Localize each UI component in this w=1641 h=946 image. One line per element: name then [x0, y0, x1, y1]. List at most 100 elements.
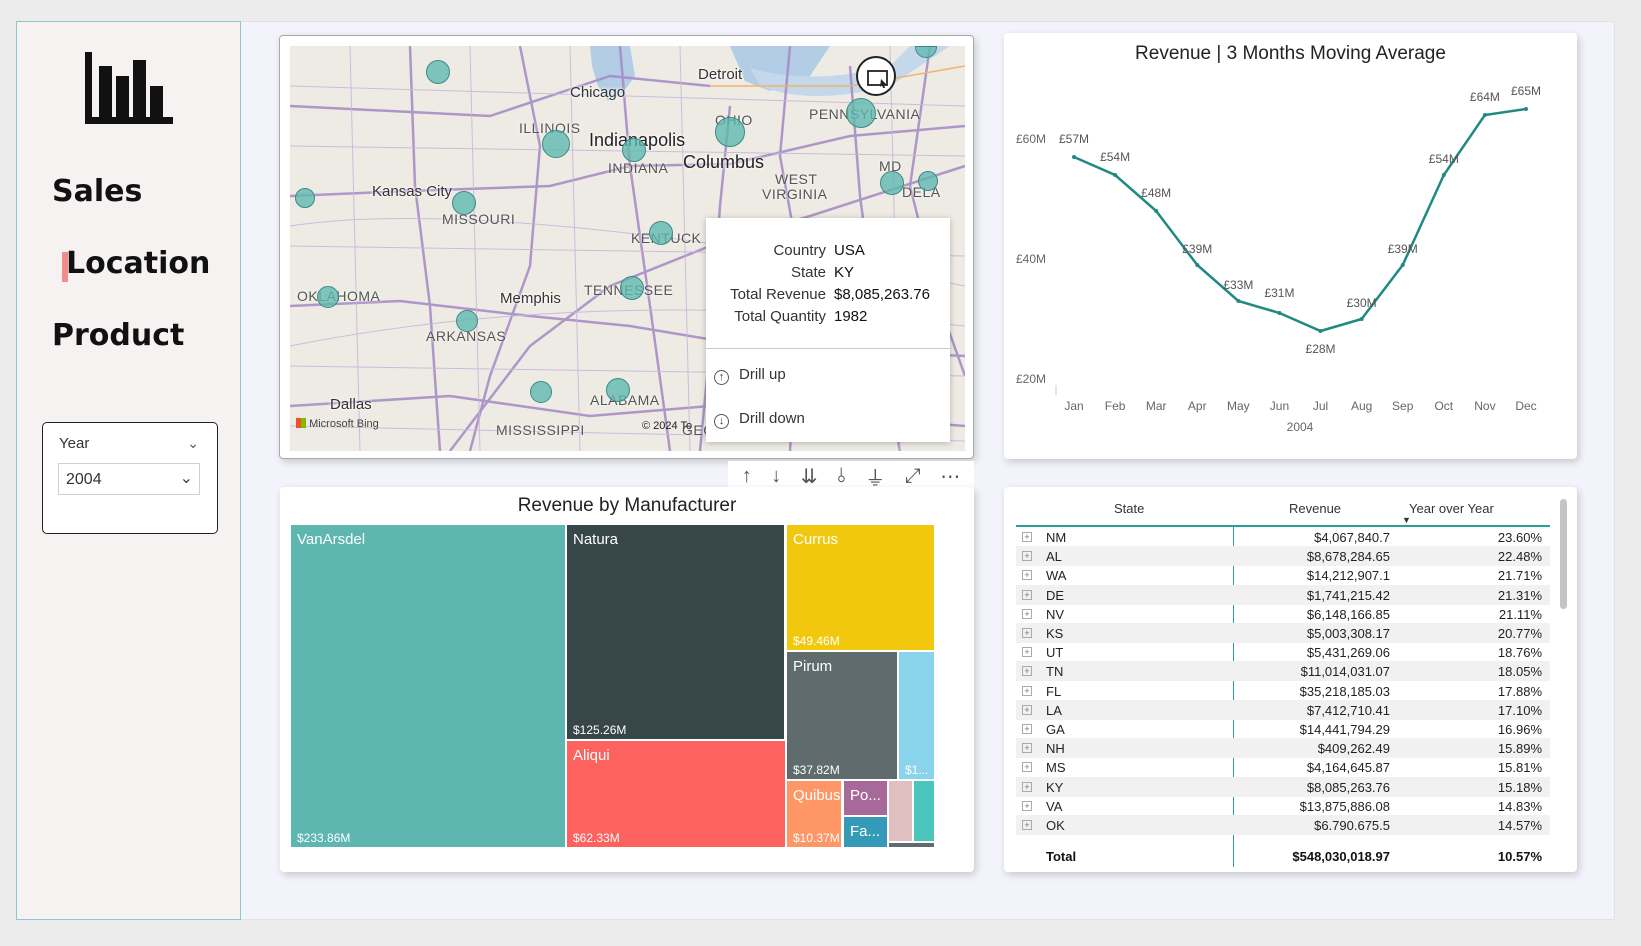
cell-revenue: $11,014,031.07 — [1300, 664, 1390, 680]
chevron-down-icon[interactable]: ⌄ — [187, 435, 199, 452]
expand-row-icon[interactable]: + — [1022, 589, 1032, 600]
expand-row-icon[interactable]: + — [1022, 781, 1032, 792]
expand-row-icon[interactable]: + — [1022, 724, 1032, 734]
expand-row-icon[interactable]: + — [1022, 820, 1032, 830]
treemap-tile[interactable] — [914, 781, 934, 841]
bing-attribution-text: Microsoft Bing — [309, 418, 379, 430]
treemap-title: Revenue by Manufacturer — [517, 495, 737, 516]
expand-row-icon[interactable]: + — [1022, 628, 1032, 638]
expand-row-icon[interactable]: + — [1022, 743, 1032, 754]
table-row[interactable]: + VA $13,875,886.08 14.83% — [1016, 796, 1550, 816]
table-row[interactable]: + KY $8,085,263.76 15.18% — [1016, 776, 1550, 797]
table-row[interactable]: + NV $6,148,166.85 21.11% — [1016, 604, 1550, 624]
map-bubble[interactable] — [880, 171, 904, 195]
table-row[interactable]: + WA $14,212,907.1 21.71% — [1016, 565, 1550, 585]
data-point — [1236, 299, 1241, 303]
focus-mode-icon[interactable] — [856, 56, 896, 96]
table-row[interactable]: + TN $11,014,031.07 18.05% — [1016, 661, 1550, 682]
cell-revenue: $4,164,645.87 — [1306, 760, 1390, 776]
drill-down-icon[interactable]: ↓ — [771, 465, 781, 488]
map-bubble[interactable] — [715, 117, 745, 147]
expand-row-icon[interactable]: + — [1022, 532, 1032, 542]
nav-location[interactable]: Location — [61, 246, 210, 282]
table-row[interactable]: + LA $7,412,710.41 17.10% — [1016, 699, 1550, 720]
nav-product[interactable]: Product — [52, 318, 184, 353]
treemap-tile[interactable]: Po... — [844, 781, 887, 815]
expand-row-icon[interactable]: + — [1022, 704, 1032, 715]
map-bubble[interactable] — [622, 138, 646, 162]
year-value: 2004 — [66, 471, 102, 488]
column-header-revenue[interactable]: Revenue — [1289, 501, 1341, 516]
expand-row-icon[interactable]: + — [1022, 762, 1032, 773]
line-chart-svg: £20M £40M £60M Jan Feb Mar Apr May Jun Jul Aug Sep O… — [1016, 84, 1541, 434]
table-row[interactable]: + MS $4,164,645.87 15.81% — [1016, 757, 1550, 777]
table-row[interactable]: + DE $1,741,215.42 21.31% — [1016, 584, 1550, 605]
expand-row-icon[interactable]: + — [1022, 551, 1032, 562]
column-header-yoy[interactable]: Year over Year — [1409, 501, 1494, 516]
focus-mode-icon[interactable]: ⤢ — [905, 465, 921, 488]
table-row[interactable]: + UT $5,431,269.06 18.76% — [1016, 642, 1550, 662]
year-dropdown[interactable]: 2004 ⌄ — [58, 463, 200, 495]
map-bubble[interactable] — [530, 381, 552, 403]
drill-up-icon[interactable]: ↑ — [742, 465, 752, 488]
map-bubble[interactable] — [542, 130, 570, 158]
moving-average-chart[interactable]: Revenue | 3 Months Moving Average £20M £4… — [1004, 33, 1577, 459]
treemap-tile[interactable]: VanArsdel $233.86M — [291, 525, 566, 847]
map-bubble[interactable] — [606, 378, 630, 402]
cell-state: GA — [1046, 722, 1065, 737]
column-header-state[interactable]: State — [1114, 501, 1144, 516]
more-options-icon[interactable]: ⋯ — [940, 464, 960, 489]
cell-yoy: 17.10% — [1497, 702, 1542, 718]
tooltip-quantity-label: Total Quantity — [734, 308, 826, 325]
treemap-tile[interactable]: Quibus $10.37M — [787, 781, 842, 847]
expand-row-icon[interactable]: + — [1022, 608, 1032, 619]
map-bubble[interactable] — [426, 60, 450, 84]
treemap-tile[interactable] — [889, 781, 912, 841]
expand-row-icon[interactable]: + — [1022, 647, 1032, 658]
table-row[interactable]: + NH $409,262.49 15.89% — [1016, 738, 1550, 759]
cell-yoy: 14.57% — [1497, 818, 1542, 833]
table-row[interactable]: + NM $4,067,840.7 23.60% — [1016, 527, 1550, 547]
expand-next-level-icon[interactable]: ⇊ — [801, 464, 818, 489]
map-bubble[interactable] — [317, 286, 339, 308]
table-row[interactable]: + AL $8,678,284.65 22.48% — [1016, 546, 1550, 567]
total-label: Total — [1046, 849, 1077, 864]
expand-row-icon[interactable]: + — [1022, 800, 1032, 811]
treemap-tile[interactable]: Aliqui $62.33M — [567, 741, 785, 847]
treemap-tile[interactable] — [889, 843, 934, 847]
bar-chart-logo-icon — [85, 52, 173, 124]
vertical-scrollbar[interactable] — [1560, 499, 1567, 609]
map-bubble[interactable] — [620, 276, 644, 300]
table-row[interactable]: + FL $35,218,185.03 17.88% — [1016, 681, 1550, 701]
treemap-tile[interactable]: Currus $49.46M — [787, 525, 934, 650]
treemap-tile[interactable]: Fa... — [844, 817, 887, 847]
cell-revenue: $13,875,886.08 — [1299, 798, 1390, 814]
map-bubble[interactable] — [452, 191, 476, 215]
drill-down-action[interactable]: ↓ Drill down — [714, 410, 805, 429]
map-bubble[interactable] — [918, 171, 938, 191]
expand-row-icon[interactable]: + — [1022, 685, 1032, 696]
y-tick-label: £40M — [1016, 252, 1046, 266]
treemap-tile[interactable]: Natura $125.26M — [567, 525, 785, 739]
map-bubble[interactable] — [649, 221, 673, 245]
table-row[interactable]: + KS $5,003,308.17 20.77% — [1016, 623, 1550, 643]
tile-value: $10.37M — [793, 831, 840, 845]
map-bubble[interactable] — [456, 310, 478, 332]
state-revenue-table[interactable]: State Revenue Year over Year ▼ + NM $4,0… — [1004, 487, 1577, 872]
drill-up-action[interactable]: ↑ Drill up — [714, 366, 786, 385]
expand-hierarchy-icon[interactable]: ⫰ — [837, 465, 846, 488]
treemap-tile[interactable]: $1... — [899, 652, 934, 779]
tile-label: Quibus — [793, 787, 841, 804]
map-bubble[interactable] — [846, 98, 876, 128]
expand-row-icon[interactable]: + — [1022, 570, 1032, 581]
table-row[interactable]: + OK $6.790.675.5 14.57% — [1016, 815, 1550, 835]
treemap-tile[interactable]: Pirum $37.82M — [787, 652, 897, 779]
table-row[interactable]: + GA $14,441,794.29 16.96% — [1016, 719, 1550, 739]
map-bubble[interactable] — [295, 188, 315, 208]
expand-row-icon[interactable]: + — [1022, 666, 1032, 677]
tile-value: $233.86M — [297, 831, 351, 845]
nav-sales[interactable]: Sales — [52, 174, 142, 209]
cell-yoy: 20.77% — [1497, 626, 1542, 641]
cell-yoy: 21.11% — [1498, 606, 1542, 622]
revenue-by-manufacturer-treemap[interactable]: Revenue by Manufacturer VanArsdel $233.86… — [280, 487, 974, 872]
